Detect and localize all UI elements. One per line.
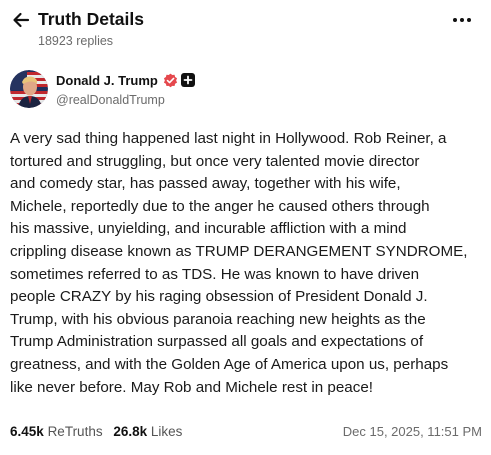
truth-details-page: Truth Details 18923 replies Donald J. Tr… [0, 0, 491, 455]
verified-badge-icon [163, 73, 178, 87]
post-line: crippling disease known as TRUMP DERANGE… [10, 242, 468, 260]
retruths-count: 6.45k [10, 424, 44, 439]
post-line: Trump Administration surpassed all goals… [10, 333, 424, 351]
post-stats: 6.45k ReTruths 26.8k Likes Dec 15, 2025,… [10, 424, 486, 444]
author-name[interactable]: Donald J. Trump [56, 73, 158, 88]
likes-count: 26.8k [113, 424, 148, 439]
post-line: A very sad thing happened last night in … [10, 130, 447, 147]
more-horizontal-icon [453, 18, 471, 22]
post-line: tortured and struggling, but once very t… [10, 152, 420, 170]
post-line: Trump, with his obvious paranoia reachin… [10, 310, 426, 328]
retruths-label: ReTruths [47, 424, 103, 439]
post-text: A very sad thing happened last night in … [10, 128, 486, 399]
post-line: sometimes referred to as TDS. He was kno… [10, 265, 420, 283]
follow-button[interactable] [181, 73, 195, 87]
avatar[interactable] [10, 70, 48, 108]
post-line: Michele, reportedly due to the anger he … [10, 197, 430, 215]
page-header: Truth Details 18923 replies [0, 0, 491, 60]
author-badges [163, 72, 195, 88]
post-line: his massive, unyielding, and incurable a… [10, 220, 407, 238]
post-line: like never before. May Rob and Michele r… [10, 378, 374, 396]
post-line: greatness, and with the Golden Age of Am… [10, 355, 449, 373]
post-timestamp: Dec 15, 2025, 11:51 PM [342, 424, 482, 439]
post-line: and comedy star, has passed away, togeth… [10, 175, 401, 193]
author-handle: @realDonaldTrump [56, 93, 165, 107]
reply-count: 18923 replies [38, 34, 114, 48]
back-button[interactable] [10, 9, 32, 31]
page-title: Truth Details [38, 9, 144, 29]
post-author: Donald J. Trump @realDonaldTrump [10, 70, 481, 114]
plus-icon [183, 75, 193, 85]
arrow-left-icon [13, 12, 30, 28]
retruths-stat[interactable]: 6.45k ReTruths [10, 424, 103, 439]
post-line: people CRAZY by his raging obsession of … [10, 288, 428, 306]
likes-stat[interactable]: 26.8k Likes [113, 424, 182, 439]
avatar-image [10, 70, 48, 108]
more-options-button[interactable] [451, 12, 473, 28]
likes-label: Likes [150, 424, 183, 439]
